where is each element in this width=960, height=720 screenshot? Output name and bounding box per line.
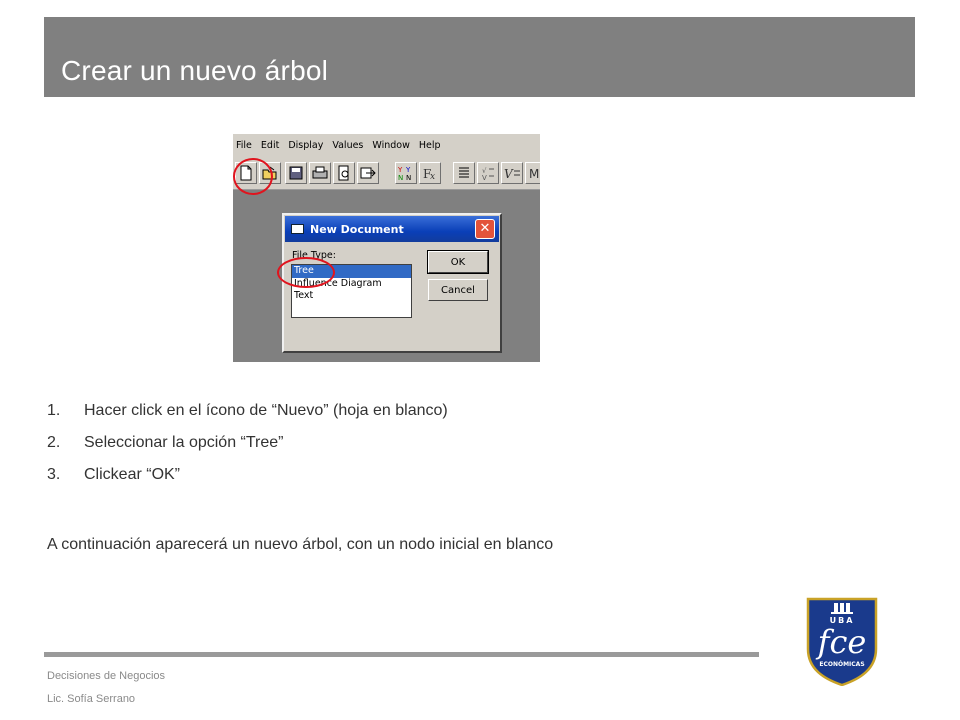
print-preview-icon: [338, 165, 349, 181]
export-button[interactable]: [357, 162, 379, 184]
step-item: 3. Clickear “OK”: [47, 465, 448, 497]
v-equals-button[interactable]: V: [501, 162, 523, 184]
formula-button[interactable]: Fx: [419, 162, 441, 184]
close-icon[interactable]: ✕: [475, 219, 495, 239]
logo-economicas-text: ECONÓMICAS: [819, 661, 864, 668]
step-number: 3.: [47, 466, 61, 483]
dialog-title-bar: New Document ✕: [285, 216, 499, 242]
export-icon: [360, 167, 376, 179]
note-text: A continuación aparecerá un nuevo árbol,…: [47, 536, 554, 553]
save-icon: [289, 166, 303, 180]
print-icon: [312, 166, 328, 179]
yn-node-button[interactable]: YYNN: [395, 162, 417, 184]
list-button[interactable]: [453, 162, 475, 184]
yn-node-icon: Y YN N: [397, 166, 411, 181]
step-number: 2.: [47, 434, 61, 451]
steps-list: 1. Hacer click en el ícono de “Nuevo” (h…: [47, 401, 448, 497]
formula-icon: Fx: [423, 167, 435, 181]
svg-text:Y: Y: [405, 166, 411, 174]
title-band: Crear un nuevo árbol: [44, 17, 915, 97]
toolbar: YYNN Fx √ V V M: [233, 157, 540, 190]
ok-button[interactable]: OK: [427, 250, 489, 274]
step-text: Clickear “OK”: [84, 466, 181, 483]
menu-help[interactable]: Help: [419, 140, 441, 151]
menu-bar: File Edit Display Values Window Help: [233, 134, 540, 157]
menu-display[interactable]: Display: [288, 140, 323, 151]
step-item: 2. Seleccionar la opción “Tree”: [47, 433, 448, 465]
app-screenshot: File Edit Display Values Window Help YYN…: [233, 134, 540, 362]
svg-text:x: x: [430, 172, 435, 181]
footer-course: Decisiones de Negocios: [47, 670, 166, 682]
print-button[interactable]: [309, 162, 331, 184]
svg-text:V: V: [482, 174, 487, 181]
svg-text:M: M: [529, 167, 539, 181]
fce-uba-logo: UBA fce ECONÓMICAS: [806, 597, 878, 686]
step-text: Seleccionar la opción “Tree”: [84, 434, 284, 451]
column-icon: [831, 603, 853, 614]
step-text: Hacer click en el ícono de “Nuevo” (hoja…: [84, 402, 448, 419]
m-button[interactable]: M: [525, 162, 540, 184]
footer-divider: [44, 652, 759, 657]
new-icon-highlight-circle: [233, 158, 273, 195]
list-item-text[interactable]: Text: [292, 290, 411, 303]
menu-edit[interactable]: Edit: [261, 140, 279, 151]
menu-window[interactable]: Window: [372, 140, 409, 151]
footer-author: Lic. Sofía Serrano: [47, 693, 136, 705]
m-icon: M: [529, 167, 539, 181]
menu-values[interactable]: Values: [332, 140, 363, 151]
svg-text:N: N: [398, 174, 403, 181]
save-button[interactable]: [285, 162, 307, 184]
svg-text:V: V: [504, 167, 514, 181]
step-item: 1. Hacer click en el ícono de “Nuevo” (h…: [47, 401, 448, 433]
v-equals-icon: V: [504, 167, 520, 181]
cancel-button[interactable]: Cancel: [428, 279, 488, 301]
svg-text:Y: Y: [397, 166, 403, 174]
values-icon: √V: [482, 167, 494, 181]
page-title: Crear un nuevo árbol: [61, 55, 329, 86]
menu-file[interactable]: File: [236, 140, 252, 151]
list-icon: [459, 167, 469, 178]
dialog-title: New Document: [310, 222, 404, 236]
print-preview-button[interactable]: [333, 162, 355, 184]
svg-text:N: N: [406, 174, 411, 181]
values-button[interactable]: √ V: [477, 162, 499, 184]
window-icon: [291, 224, 304, 234]
logo-fce-text: fce: [816, 623, 867, 661]
step-number: 1.: [47, 402, 61, 419]
tree-option-highlight-circle: [277, 257, 335, 288]
